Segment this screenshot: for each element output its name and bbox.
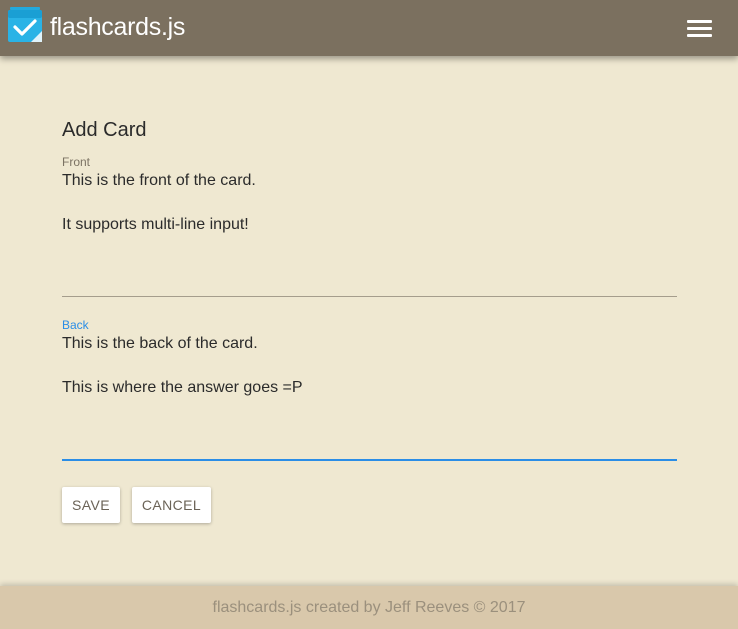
- footer-credit-text: flashcards.js created by Jeff Reeves © 2…: [212, 599, 526, 616]
- save-button[interactable]: SAVE: [62, 487, 120, 523]
- back-textarea[interactable]: This is the back of the card. This is wh…: [62, 333, 677, 461]
- app-title[interactable]: flashcards.js: [50, 11, 185, 43]
- top-navbar: flashcards.js: [0, 0, 738, 56]
- page-footer: flashcards.js created by Jeff Reeves © 2…: [0, 586, 738, 629]
- front-field-label: Front: [62, 155, 91, 169]
- hamburger-menu-icon[interactable]: [684, 16, 716, 42]
- front-textarea[interactable]: This is the front of the card. It suppor…: [62, 170, 677, 297]
- cancel-button[interactable]: CANCEL: [132, 487, 211, 523]
- page-title: Add Card: [62, 119, 147, 141]
- checked-card-icon[interactable]: [7, 7, 43, 43]
- back-field-label: Back: [62, 318, 89, 332]
